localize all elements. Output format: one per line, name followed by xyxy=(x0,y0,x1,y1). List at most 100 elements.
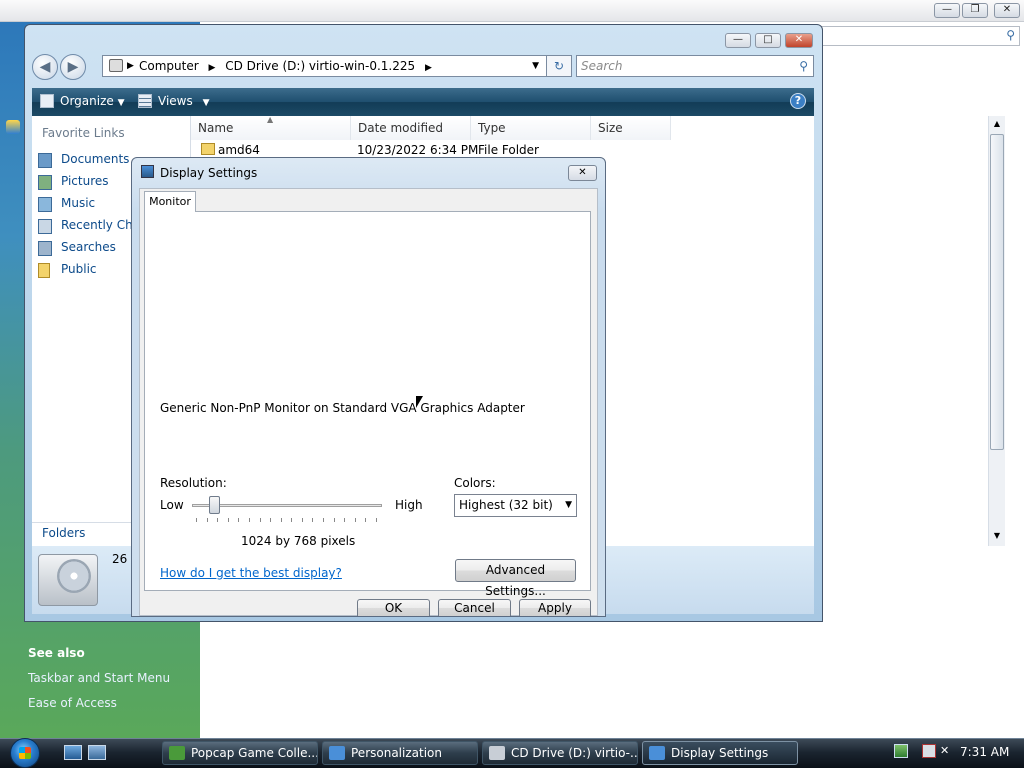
resolution-slider-thumb[interactable] xyxy=(209,496,220,514)
row-date: 10/23/2022 6:34 PM xyxy=(357,143,479,157)
column-header-date[interactable]: Date modified xyxy=(351,116,471,140)
address-segment-computer[interactable]: Computer xyxy=(139,59,199,73)
advanced-settings-button[interactable]: Advanced Settings... xyxy=(455,559,576,598)
row-type: File Folder xyxy=(478,143,539,157)
apply-button[interactable]: Apply xyxy=(519,599,591,616)
cd-drive-icon xyxy=(38,554,98,606)
switch-windows-icon[interactable] xyxy=(88,745,106,760)
column-header-size[interactable]: Size xyxy=(591,116,671,140)
taskbar-button-label: CD Drive (D:) virtio-... xyxy=(511,746,638,760)
slider-tick xyxy=(365,518,367,522)
cd-drive-icon xyxy=(489,746,505,760)
slider-tick xyxy=(196,518,197,522)
column-header-name[interactable]: Name ▲ xyxy=(191,115,351,140)
favorite-link-label: Documents xyxy=(61,152,130,166)
favorite-links-heading: Favorite Links xyxy=(42,126,125,140)
scroll-down-icon[interactable]: ▼ xyxy=(990,528,1004,544)
scroll-up-icon[interactable]: ▲ xyxy=(990,116,1004,132)
resolution-high-label: High xyxy=(395,498,423,512)
disc-icon xyxy=(57,559,91,593)
address-dropdown-icon[interactable]: ▼ xyxy=(532,56,539,76)
explorer-maximize-button[interactable]: □ xyxy=(755,33,781,48)
network-disconnected-tray-icon[interactable] xyxy=(922,744,936,758)
explorer-close-button[interactable]: ✕ xyxy=(785,33,813,48)
personalization-titlebar: — ❐ ✕ xyxy=(0,0,1024,22)
taskbar-button-cd-drive[interactable]: CD Drive (D:) virtio-... xyxy=(482,741,638,765)
network-tray-icon[interactable] xyxy=(894,744,908,758)
personalization-search-input[interactable]: ⚲ xyxy=(820,26,1020,46)
folder-icon xyxy=(201,143,215,155)
explorer-minimize-button[interactable]: — xyxy=(725,33,751,48)
vertical-scrollbar[interactable]: ▲ ▼ xyxy=(988,116,1005,546)
taskbar-button-personalization[interactable]: Personalization xyxy=(322,741,478,765)
chevron-right-icon: ▶ xyxy=(208,63,216,73)
favorite-link-label: Recently Cha xyxy=(61,218,141,232)
dialog-title: Display Settings xyxy=(160,166,258,180)
column-header-type[interactable]: Type xyxy=(471,116,591,140)
search-input[interactable]: Search ⚲ xyxy=(576,55,814,77)
favorite-link-label: Searches xyxy=(61,240,116,254)
views-icon xyxy=(138,94,152,108)
cancel-button[interactable]: Cancel xyxy=(438,599,511,616)
search-icon: ⚲ xyxy=(799,59,808,73)
help-icon[interactable]: ? xyxy=(790,93,806,109)
back-button[interactable]: ◀ xyxy=(32,54,58,80)
taskbar-button-popcap[interactable]: Popcap Game Colle... xyxy=(162,741,318,765)
monitor-name: Generic Non-PnP Monitor on Standard VGA … xyxy=(160,401,525,415)
colors-select[interactable]: Highest (32 bit) ▼ xyxy=(454,494,577,517)
column-label: Type xyxy=(478,121,506,135)
column-label: Name xyxy=(198,121,234,135)
resolution-low-label: Low xyxy=(160,498,184,512)
slider-tick xyxy=(217,518,219,522)
scroll-thumb[interactable] xyxy=(990,134,1004,450)
taskbar-button-display-settings[interactable]: Display Settings xyxy=(642,741,798,765)
slider-tick xyxy=(270,518,272,522)
address-bar[interactable]: ▶ Computer ▶ CD Drive (D:) virtio-win-0.… xyxy=(102,55,572,77)
views-button[interactable]: Views ▼ xyxy=(158,94,209,108)
see-also-link-ease-of-access[interactable]: Ease of Access xyxy=(28,696,117,710)
folder-icon xyxy=(38,263,50,278)
explorer-toolbar: Organize ▼ Views ▼ ? xyxy=(32,88,814,116)
favorite-link-label: Pictures xyxy=(61,174,109,188)
music-icon xyxy=(38,197,52,212)
pictures-icon xyxy=(38,175,52,190)
dialog-close-button[interactable]: ✕ xyxy=(568,165,597,181)
slider-tick xyxy=(323,518,325,522)
favorite-link-label: Music xyxy=(61,196,96,210)
maximize-button[interactable]: ❐ xyxy=(962,3,988,18)
slider-tick xyxy=(259,518,261,522)
minimize-button[interactable]: — xyxy=(934,3,960,18)
slider-tick xyxy=(354,518,356,522)
start-button[interactable] xyxy=(10,738,40,768)
slider-tick xyxy=(333,518,335,522)
slider-tick xyxy=(280,518,282,522)
taskbar-button-label: Personalization xyxy=(351,746,442,760)
explorer-navigation-bar: ◀ ▶ ▶ Computer ▶ CD Drive (D:) virtio-wi… xyxy=(30,52,815,82)
slider-tick xyxy=(291,518,293,522)
resolution-value: 1024 by 768 pixels xyxy=(241,534,356,548)
ok-button[interactable]: OK xyxy=(357,599,430,616)
help-link[interactable]: How do I get the best display? xyxy=(160,566,342,580)
resolution-label: Resolution: xyxy=(160,476,227,490)
taskbar-clock[interactable]: 7:31 AM xyxy=(960,745,1009,759)
address-segment-cd-drive[interactable]: CD Drive (D:) virtio-win-0.1.225 xyxy=(225,59,415,73)
shield-icon xyxy=(6,120,20,134)
chevron-right-icon: ▶ xyxy=(127,61,134,71)
slider-tick xyxy=(206,518,208,522)
refresh-button[interactable]: ↻ xyxy=(546,55,572,77)
tab-monitor[interactable]: Monitor xyxy=(144,191,196,212)
close-button[interactable]: ✕ xyxy=(994,3,1020,18)
see-also-link-taskbar[interactable]: Taskbar and Start Menu xyxy=(28,671,170,685)
organize-button[interactable]: Organize ▼ xyxy=(60,94,125,108)
volume-muted-icon[interactable]: ✕ xyxy=(940,744,954,758)
slider-tick xyxy=(312,518,314,522)
documents-icon xyxy=(38,153,52,168)
colors-selected-value: Highest (32 bit) xyxy=(459,498,553,512)
views-label: Views xyxy=(158,94,193,108)
show-desktop-icon[interactable] xyxy=(64,745,82,760)
slider-tick xyxy=(238,518,240,522)
organize-icon xyxy=(40,94,54,108)
resolution-slider-track[interactable] xyxy=(192,504,382,507)
slider-tick xyxy=(344,518,346,522)
forward-button[interactable]: ▶ xyxy=(60,54,86,80)
